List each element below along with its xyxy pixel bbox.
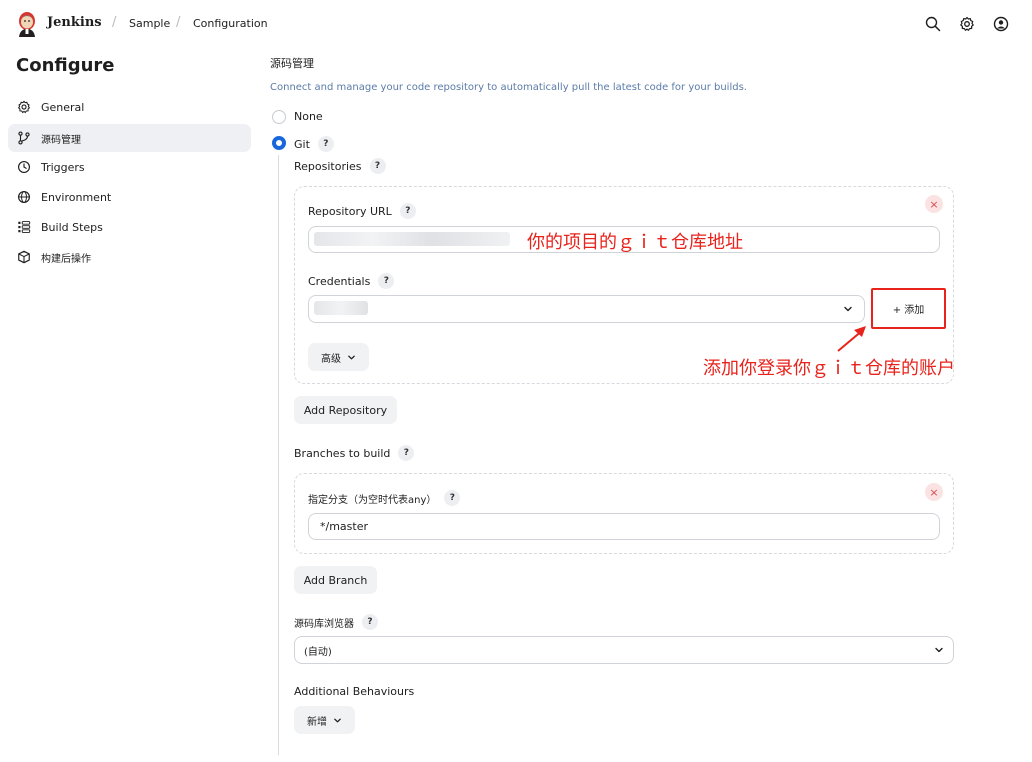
repositories-text: Repositories <box>294 159 362 173</box>
search-icon[interactable] <box>922 13 944 35</box>
help-icon[interactable]: ? <box>378 273 395 289</box>
git-section-guide <box>278 155 279 755</box>
sidebar-item-label: Environment <box>41 190 112 204</box>
breadcrumb-item-configuration[interactable]: Configuration <box>193 17 268 30</box>
redacted-credentials-blur <box>314 301 368 315</box>
chevron-down-icon <box>934 645 944 655</box>
credentials-label: Credentials ? <box>308 273 395 289</box>
branches-label: Branches to build ? <box>294 445 415 461</box>
brand-name[interactable]: Jenkins <box>47 15 102 30</box>
sidebar-item-label: Triggers <box>41 160 85 174</box>
additional-behaviours-label: Additional Behaviours <box>294 685 415 698</box>
add-credentials-button[interactable]: + 添加 <box>878 294 939 322</box>
branch-specifier-value: */master <box>320 520 368 533</box>
annotation-arrow <box>835 320 875 354</box>
help-icon[interactable]: ? <box>399 203 416 219</box>
add-repository-button[interactable]: Add Repository <box>294 396 397 424</box>
scm-git-text: Git <box>294 137 310 151</box>
cube-icon <box>17 250 31 264</box>
credentials-select[interactable] <box>308 295 865 323</box>
gear-icon <box>17 100 31 114</box>
branch-specifier-input[interactable]: */master <box>308 513 940 540</box>
settings-gear-icon[interactable] <box>956 13 978 35</box>
remove-repository-button[interactable]: × <box>925 195 943 213</box>
add-branch-button[interactable]: Add Branch <box>294 566 377 594</box>
repository-browser-text: 源码库浏览器 <box>294 618 354 630</box>
user-account-icon[interactable] <box>990 13 1012 35</box>
sidebar-item-label: General <box>41 100 85 114</box>
credentials-annotation: 添加你登录你ｇｉｔ仓库的账户 <box>703 358 955 379</box>
sidebar-item-triggers[interactable]: Triggers <box>8 153 251 181</box>
help-icon[interactable]: ? <box>398 445 415 461</box>
credentials-text: Credentials <box>308 274 371 288</box>
branch-icon <box>17 131 31 145</box>
breadcrumb-separator: / <box>176 15 181 30</box>
add-behaviour-text: 新增 <box>307 716 327 728</box>
help-icon[interactable]: ? <box>317 136 334 152</box>
sidebar-item-label: 构建后操作 <box>41 253 91 265</box>
branch-specifier-label: 指定分支（为空时代表any） ? <box>308 490 461 506</box>
repository-browser-label: 源码库浏览器 ? <box>294 614 378 630</box>
sidebar-item-scm[interactable]: 源码管理 <box>8 124 251 152</box>
sidebar-item-general[interactable]: General <box>8 93 251 121</box>
breadcrumb-item-sample[interactable]: Sample <box>129 17 170 30</box>
advanced-button[interactable]: 高级 <box>308 343 369 371</box>
scm-git-label[interactable]: Git ? <box>294 136 334 152</box>
chevron-down-icon <box>333 716 342 725</box>
breadcrumb-separator: / <box>112 15 117 30</box>
scm-git-radio[interactable] <box>272 136 286 150</box>
page-title: Configure <box>16 55 115 76</box>
help-icon[interactable]: ? <box>362 614 378 630</box>
section-description: Connect and manage your code repository … <box>270 82 747 93</box>
chevron-down-icon <box>843 304 853 314</box>
advanced-text: 高级 <box>321 353 341 365</box>
sidebar-item-environment[interactable]: Environment <box>8 183 251 211</box>
globe-icon <box>17 190 31 204</box>
section-title: 源码管理 <box>270 57 314 70</box>
add-behaviour-button[interactable]: 新增 <box>294 706 355 734</box>
chevron-down-icon <box>347 353 356 362</box>
help-icon[interactable]: ? <box>444 490 461 506</box>
clock-icon <box>17 160 31 174</box>
url-annotation: 你的项目的ｇｉｔ仓库地址 <box>527 232 743 253</box>
repository-browser-select[interactable]: (自动) <box>294 636 954 664</box>
scm-none-label[interactable]: None <box>294 110 323 123</box>
branch-specifier-text: 指定分支（为空时代表any） <box>308 494 437 506</box>
branches-text: Branches to build <box>294 446 391 460</box>
sidebar-item-post-build[interactable]: 构建后操作 <box>8 243 251 271</box>
help-icon[interactable]: ? <box>369 158 386 174</box>
sidebar-item-label: 源码管理 <box>41 134 81 146</box>
sidebar-item-label: Build Steps <box>41 220 103 234</box>
redacted-url-blur <box>314 232 510 246</box>
list-icon <box>17 220 31 234</box>
repositories-label: Repositories ? <box>294 158 386 174</box>
repository-url-label: Repository URL ? <box>308 203 416 219</box>
repository-url-text: Repository URL <box>308 204 392 218</box>
jenkins-logo[interactable] <box>16 11 38 37</box>
scm-none-radio[interactable] <box>272 110 286 124</box>
repository-browser-value: (自动) <box>304 646 332 658</box>
sidebar-item-build-steps[interactable]: Build Steps <box>8 213 251 241</box>
remove-branch-button[interactable]: × <box>925 483 943 501</box>
